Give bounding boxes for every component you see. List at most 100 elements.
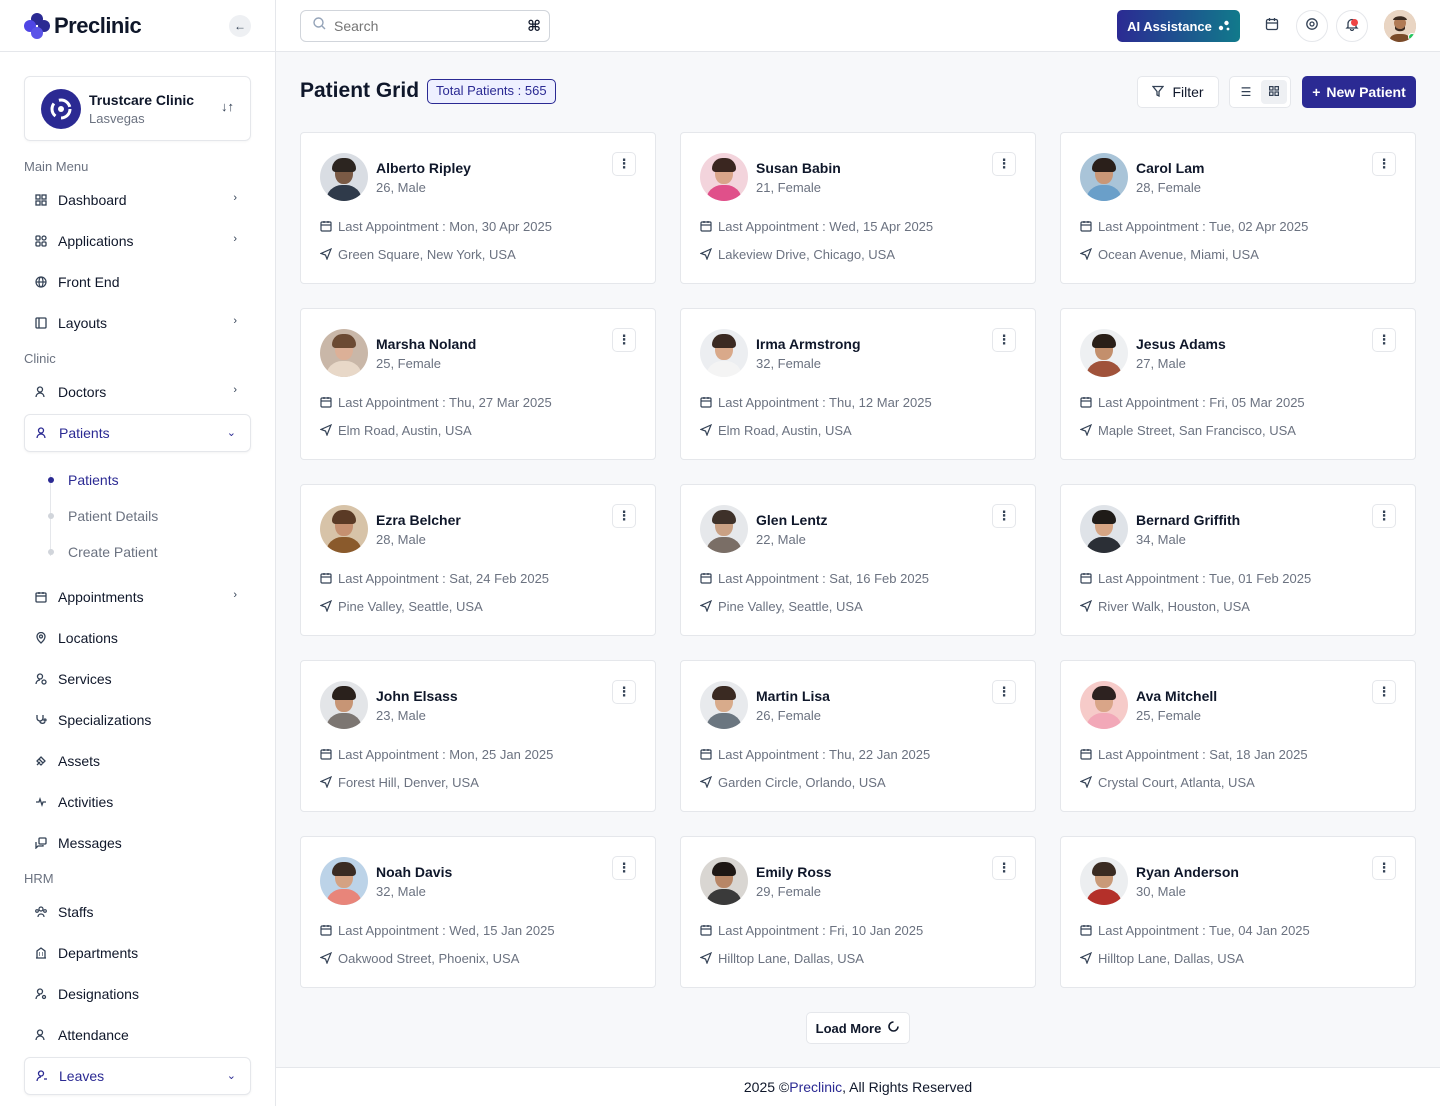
calendar-button[interactable] bbox=[1256, 10, 1288, 42]
layout-icon bbox=[34, 316, 48, 330]
sidebar-item-layouts[interactable]: Layouts › bbox=[0, 302, 275, 343]
patient-name[interactable]: Alberto Ripley bbox=[376, 160, 471, 176]
patient-name[interactable]: Emily Ross bbox=[756, 864, 831, 880]
new-patient-button[interactable]: + New Patient bbox=[1302, 76, 1416, 108]
sidebar-item-front-end[interactable]: Front End bbox=[0, 261, 275, 302]
patient-card[interactable]: John Elsass 23, Male ⋮ Last Appointment … bbox=[300, 660, 656, 812]
clinic-switcher[interactable]: Trustcare Clinic Lasvegas ↓↑ bbox=[24, 76, 251, 141]
patient-name[interactable]: Irma Armstrong bbox=[756, 336, 861, 352]
search-icon bbox=[313, 17, 326, 35]
sidebar-item-specializations[interactable]: Specializations bbox=[0, 699, 275, 740]
sidebar-item-assets[interactable]: Assets bbox=[0, 740, 275, 781]
filter-button[interactable]: Filter bbox=[1137, 76, 1219, 108]
more-options-button[interactable]: ⋮ bbox=[992, 680, 1016, 704]
grid-view-button[interactable] bbox=[1261, 80, 1287, 104]
patient-card[interactable]: Bernard Griffith 34, Male ⋮ Last Appoint… bbox=[1060, 484, 1416, 636]
more-options-button[interactable]: ⋮ bbox=[992, 328, 1016, 352]
ai-assistance-button[interactable]: AI Assistance bbox=[1117, 10, 1240, 42]
submenu-item-patient-details[interactable]: Patient Details bbox=[48, 498, 275, 534]
more-options-button[interactable]: ⋮ bbox=[1372, 504, 1396, 528]
more-options-button[interactable]: ⋮ bbox=[612, 680, 636, 704]
sidebar-item-messages[interactable]: Messages bbox=[0, 822, 275, 863]
address-text: Green Square, New York, USA bbox=[338, 246, 516, 262]
patient-name[interactable]: Jesus Adams bbox=[1136, 336, 1226, 352]
address-row: Garden Circle, Orlando, USA bbox=[700, 768, 1016, 796]
patient-card[interactable]: Martin Lisa 26, Female ⋮ Last Appointmen… bbox=[680, 660, 1036, 812]
patient-card[interactable]: Irma Armstrong 32, Female ⋮ Last Appoint… bbox=[680, 308, 1036, 460]
patient-card[interactable]: Carol Lam 28, Female ⋮ Last Appointment … bbox=[1060, 132, 1416, 284]
chevron-right-icon: › bbox=[233, 192, 237, 204]
patient-card[interactable]: Ava Mitchell 25, Female ⋮ Last Appointme… bbox=[1060, 660, 1416, 812]
patient-card[interactable]: Alberto Ripley 26, Male ⋮ Last Appointme… bbox=[300, 132, 656, 284]
patient-name[interactable]: Ava Mitchell bbox=[1136, 688, 1217, 704]
patient-name[interactable]: John Elsass bbox=[376, 688, 458, 704]
sidebar-item-appointments[interactable]: Appointments › bbox=[0, 576, 275, 617]
sidebar-item-designations[interactable]: Designations bbox=[0, 973, 275, 1014]
patient-name[interactable]: Glen Lentz bbox=[756, 512, 828, 528]
patient-card[interactable]: Noah Davis 32, Male ⋮ Last Appointment :… bbox=[300, 836, 656, 988]
sidebar-item-dashboard[interactable]: Dashboard › bbox=[0, 179, 275, 220]
calendar-icon bbox=[700, 572, 714, 584]
patient-card[interactable]: Ezra Belcher 28, Male ⋮ Last Appointment… bbox=[300, 484, 656, 636]
patient-name[interactable]: Ezra Belcher bbox=[376, 512, 461, 528]
navigation-icon bbox=[320, 424, 334, 436]
patient-name[interactable]: Susan Babin bbox=[756, 160, 841, 176]
patient-card[interactable]: Jesus Adams 27, Male ⋮ Last Appointment … bbox=[1060, 308, 1416, 460]
list-view-button[interactable]: ☰ bbox=[1233, 80, 1259, 104]
search-input[interactable] bbox=[334, 18, 514, 34]
user-avatar[interactable] bbox=[1384, 10, 1416, 42]
collapse-sidebar-button[interactable]: ← bbox=[229, 15, 251, 37]
calendar-icon bbox=[34, 590, 48, 604]
search-box[interactable]: ⌘ bbox=[300, 10, 550, 42]
patient-name[interactable]: Noah Davis bbox=[376, 864, 452, 880]
more-options-button[interactable]: ⋮ bbox=[612, 504, 636, 528]
patient-name[interactable]: Marsha Noland bbox=[376, 336, 476, 352]
navigation-icon bbox=[1080, 248, 1094, 260]
section-label-hrm: HRM bbox=[24, 871, 54, 886]
more-options-button[interactable]: ⋮ bbox=[1372, 856, 1396, 880]
sidebar-item-departments[interactable]: Departments bbox=[0, 932, 275, 973]
submenu-item-create-patient[interactable]: Create Patient bbox=[48, 534, 275, 570]
patient-card[interactable]: Glen Lentz 22, Male ⋮ Last Appointment :… bbox=[680, 484, 1036, 636]
submenu-item-label: Create Patient bbox=[68, 544, 158, 560]
more-options-button[interactable]: ⋮ bbox=[1372, 680, 1396, 704]
more-options-button[interactable]: ⋮ bbox=[1372, 152, 1396, 176]
patient-name[interactable]: Martin Lisa bbox=[756, 688, 830, 704]
sidebar-item-attendance[interactable]: Attendance bbox=[0, 1014, 275, 1055]
sidebar-item-patients[interactable]: Patients ⌄ bbox=[24, 414, 251, 452]
patient-name[interactable]: Bernard Griffith bbox=[1136, 512, 1240, 528]
more-options-button[interactable]: ⋮ bbox=[1372, 328, 1396, 352]
patient-age-gender: 29, Female bbox=[756, 883, 822, 899]
sidebar-item-services[interactable]: Services bbox=[0, 658, 275, 699]
more-options-button[interactable]: ⋮ bbox=[612, 152, 636, 176]
sidebar-item-leaves[interactable]: Leaves ⌄ bbox=[24, 1057, 251, 1095]
footer-brand-link[interactable]: Preclinic bbox=[789, 1079, 842, 1095]
patients-submenu: Patients Patient Details Create Patient bbox=[0, 452, 275, 576]
sidebar-item-label: Staffs bbox=[58, 903, 94, 920]
patient-card[interactable]: Ryan Anderson 30, Male ⋮ Last Appointmen… bbox=[1060, 836, 1416, 988]
more-options-button[interactable]: ⋮ bbox=[992, 504, 1016, 528]
patient-name[interactable]: Carol Lam bbox=[1136, 160, 1204, 176]
load-more-button[interactable]: Load More bbox=[806, 1012, 910, 1044]
patient-card[interactable]: Marsha Noland 25, Female ⋮ Last Appointm… bbox=[300, 308, 656, 460]
kebab-menu-icon: ⋮ bbox=[1377, 684, 1391, 699]
ai-assistance-label: AI Assistance bbox=[1127, 18, 1212, 34]
submenu-item-patients[interactable]: Patients bbox=[48, 462, 275, 498]
notifications-button[interactable] bbox=[1336, 10, 1368, 42]
address-row: Pine Valley, Seattle, USA bbox=[700, 592, 1016, 620]
more-options-button[interactable]: ⋮ bbox=[612, 328, 636, 352]
more-options-button[interactable]: ⋮ bbox=[992, 856, 1016, 880]
sidebar-item-doctors[interactable]: Doctors › bbox=[0, 371, 275, 412]
sidebar-item-staffs[interactable]: Staffs bbox=[0, 891, 275, 932]
sidebar-item-applications[interactable]: Applications › bbox=[0, 220, 275, 261]
patient-card[interactable]: Emily Ross 29, Female ⋮ Last Appointment… bbox=[680, 836, 1036, 988]
sidebar-item-activities[interactable]: Activities bbox=[0, 781, 275, 822]
sidebar-item-locations[interactable]: Locations bbox=[0, 617, 275, 658]
more-options-button[interactable]: ⋮ bbox=[612, 856, 636, 880]
settings-button[interactable] bbox=[1296, 10, 1328, 42]
patient-card[interactable]: Susan Babin 21, Female ⋮ Last Appointmen… bbox=[680, 132, 1036, 284]
more-options-button[interactable]: ⋮ bbox=[992, 152, 1016, 176]
last-appointment-text: Last Appointment : Thu, 22 Jan 2025 bbox=[718, 746, 931, 762]
patient-name[interactable]: Ryan Anderson bbox=[1136, 864, 1239, 880]
address-text: River Walk, Houston, USA bbox=[1098, 598, 1250, 614]
